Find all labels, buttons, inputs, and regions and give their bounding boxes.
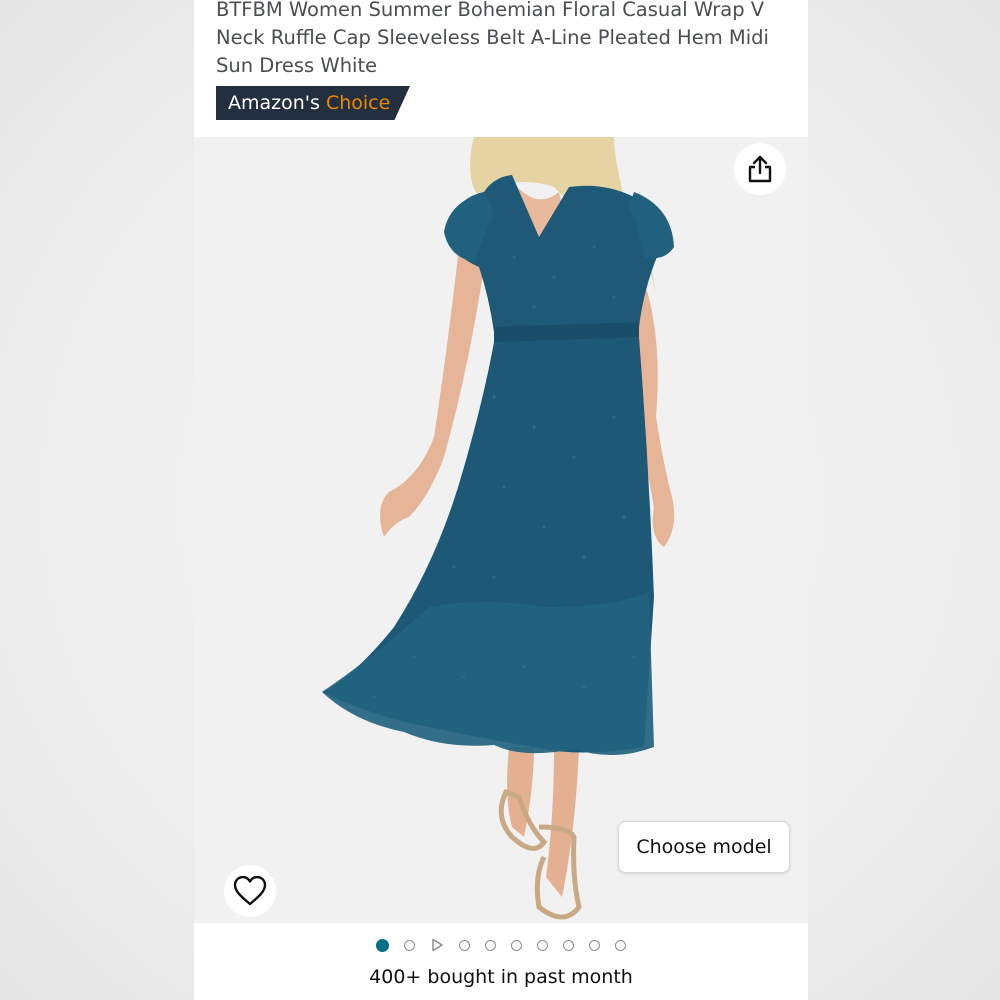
carousel-dot-9[interactable] [589,939,600,951]
carousel-dot-4[interactable] [459,939,470,951]
carousel-indicators [194,934,808,956]
share-icon [748,155,772,183]
carousel-dot-2[interactable] [404,939,415,951]
product-photo [322,137,675,920]
product-title: BTFBM Women Summer Bohemian Floral Casua… [216,0,769,77]
carousel-dot-7[interactable] [537,939,548,951]
product-page: BTFBM Women Summer Bohemian Floral Casua… [194,0,808,1000]
dress-ruffle-hem [322,592,654,756]
carousel-dot-1[interactable] [376,938,389,952]
carousel-dot-5[interactable] [485,939,496,951]
carousel-dot-10[interactable] [615,939,626,951]
badge-accent: Choice [325,92,391,114]
carousel-video-play-icon[interactable] [430,938,444,952]
badge-prefix: Amazon's [228,92,320,114]
carousel-dot-8[interactable] [563,939,574,951]
amazons-choice-badge: Amazon's Choice [216,86,410,120]
carousel-dot-6[interactable] [511,939,522,951]
share-button[interactable] [734,143,786,195]
favorite-button[interactable] [224,865,276,917]
choose-model-button[interactable]: Choose model [618,821,790,873]
heart-icon [233,876,267,906]
product-image-gallery[interactable]: Choose model [194,137,808,923]
bought-past-month-text: 400+ bought in past month [369,966,633,988]
